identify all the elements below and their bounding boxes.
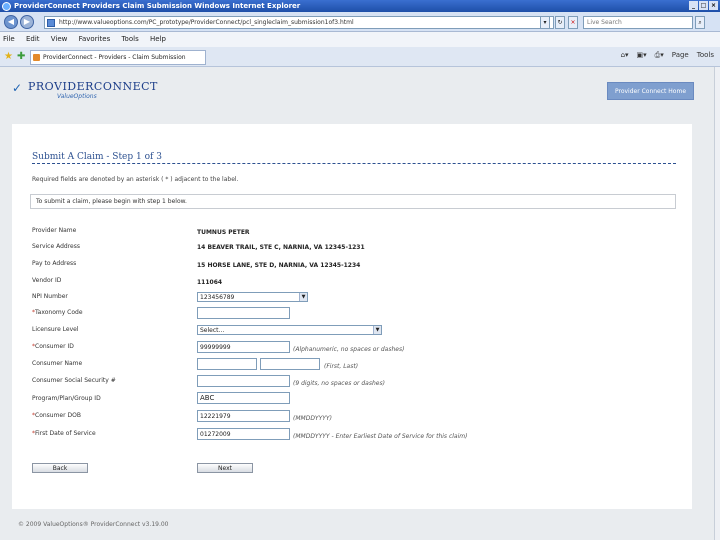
menu-view[interactable]: View	[51, 35, 68, 43]
page-icon	[47, 19, 55, 27]
provider-name-value: TUMNUS PETER	[197, 229, 250, 236]
page-title: Submit A Claim - Step 1 of 3	[32, 152, 162, 162]
vendor-id-value: 111064	[197, 279, 223, 286]
consumer-first-name-input[interactable]	[197, 358, 257, 370]
maximize-icon[interactable]: □	[699, 1, 708, 10]
consumer-ssn-label: Consumer Social Security #	[32, 377, 116, 384]
search-input[interactable]: Live Search	[583, 16, 693, 29]
consumer-last-name-input[interactable]	[260, 358, 320, 370]
title-divider	[32, 163, 676, 164]
browser-tab[interactable]: ProviderConnect - Providers - Claim Subm…	[30, 50, 206, 65]
first-date-of-service-hint: (MMDDYYYY - Enter Earliest Date of Servi…	[293, 433, 468, 440]
taxonomy-code-input[interactable]	[197, 307, 290, 319]
menu-edit[interactable]: Edit	[26, 35, 40, 43]
search-icon[interactable]: ⌕	[695, 16, 705, 29]
refresh-icon[interactable]: ↻	[555, 16, 565, 29]
pay-to-address-value: 15 HORSE LANE, STE D, NARNIA, VA 12345-1…	[197, 262, 361, 269]
close-icon[interactable]: ×	[709, 1, 718, 10]
consumer-ssn-input[interactable]	[197, 375, 290, 387]
vertical-scrollbar[interactable]	[714, 67, 720, 540]
tab-favicon-icon	[33, 54, 40, 61]
stop-icon[interactable]: ×	[568, 16, 578, 29]
npi-number-select[interactable]: 123456789 ▼	[197, 292, 308, 302]
npi-number-label: NPI Number	[32, 293, 68, 300]
licensure-level-label: Licensure Level	[32, 326, 79, 333]
consumer-id-hint: (Alphanumeric, no spaces or dashes)	[293, 346, 405, 353]
instruction-box: To submit a claim, please begin with ste…	[30, 194, 676, 209]
address-toolbar: ◀ ▶ http://www.valueoptions.com/PC_proto…	[0, 12, 720, 32]
tab-bar: ★ ✚ ProviderConnect - Providers - Claim …	[0, 47, 720, 67]
forward-nav-icon[interactable]: ▶	[20, 15, 34, 29]
page-menu[interactable]: Page	[672, 51, 689, 60]
address-field[interactable]: http://www.valueoptions.com/PC_prototype…	[44, 16, 554, 29]
menu-file[interactable]: File	[3, 35, 15, 43]
provider-name-label: Provider Name	[32, 227, 77, 234]
provider-connect-home-button[interactable]: Provider Connect Home	[607, 82, 694, 100]
first-date-of-service-input[interactable]: 01272009	[197, 428, 290, 440]
consumer-id-label: *Consumer ID	[32, 343, 74, 350]
address-dropdown-icon[interactable]: ▾	[540, 16, 550, 29]
back-button[interactable]: Back	[32, 463, 88, 473]
chevron-down-icon: ▼	[373, 326, 381, 334]
ie-logo-icon	[2, 2, 11, 11]
required-note: Required fields are denoted by an asteri…	[32, 176, 239, 183]
first-date-of-service-label: *First Date of Service	[32, 430, 96, 437]
chevron-down-icon: ▼	[299, 293, 307, 301]
consumer-name-label: Consumer Name	[32, 360, 83, 367]
copyright-footer: © 2009 ValueOptions® ProviderConnect v3.…	[18, 521, 169, 528]
service-address-value: 14 BEAVER TRAIL, STE C, NARNIA, VA 12345…	[197, 244, 365, 251]
consumer-name-hint: (First, Last)	[324, 363, 359, 370]
consumer-ssn-hint: (9 digits, no spaces or dashes)	[293, 380, 385, 387]
menu-bar: File Edit View Favorites Tools Help	[0, 32, 720, 47]
minimize-icon[interactable]: _	[689, 1, 698, 10]
licensure-level-select[interactable]: Select... ▼	[197, 325, 382, 335]
service-address-label: Service Address	[32, 243, 80, 250]
consumer-dob-label: *Consumer DOB	[32, 412, 81, 419]
favorites-star-icon[interactable]: ★	[4, 51, 13, 63]
next-button[interactable]: Next	[197, 463, 253, 473]
window-title: ProviderConnect Providers Claim Submissi…	[14, 2, 301, 10]
menu-tools[interactable]: Tools	[121, 35, 138, 43]
checkmark-logo-icon: ✓	[12, 81, 23, 95]
window-titlebar: ProviderConnect Providers Claim Submissi…	[0, 0, 720, 12]
taxonomy-code-label: *Taxonomy Code	[32, 309, 83, 316]
print-icon[interactable]: ⎙▾	[655, 51, 664, 60]
tools-menu[interactable]: Tools	[697, 51, 714, 60]
vendor-id-label: Vendor ID	[32, 277, 62, 284]
pay-to-address-label: Pay to Address	[32, 260, 77, 267]
consumer-id-input[interactable]: 99999999	[197, 341, 290, 353]
window-controls: _ □ ×	[689, 0, 718, 12]
consumer-dob-input[interactable]: 12221979	[197, 410, 290, 422]
back-nav-icon[interactable]: ◀	[4, 15, 18, 29]
menu-help[interactable]: Help	[150, 35, 166, 43]
menu-favorites[interactable]: Favorites	[79, 35, 111, 43]
consumer-dob-hint: (MMDDYYYY)	[293, 415, 332, 422]
add-favorite-icon[interactable]: ✚	[17, 51, 25, 63]
feeds-icon[interactable]: ▣▾	[637, 51, 647, 60]
program-id-label: Program/Plan/Group ID	[32, 395, 101, 402]
command-bar: ⌂▾ ▣▾ ⎙▾ Page Tools	[621, 51, 714, 60]
home-icon[interactable]: ⌂▾	[621, 51, 629, 60]
program-id-input[interactable]: ABC	[197, 392, 290, 404]
